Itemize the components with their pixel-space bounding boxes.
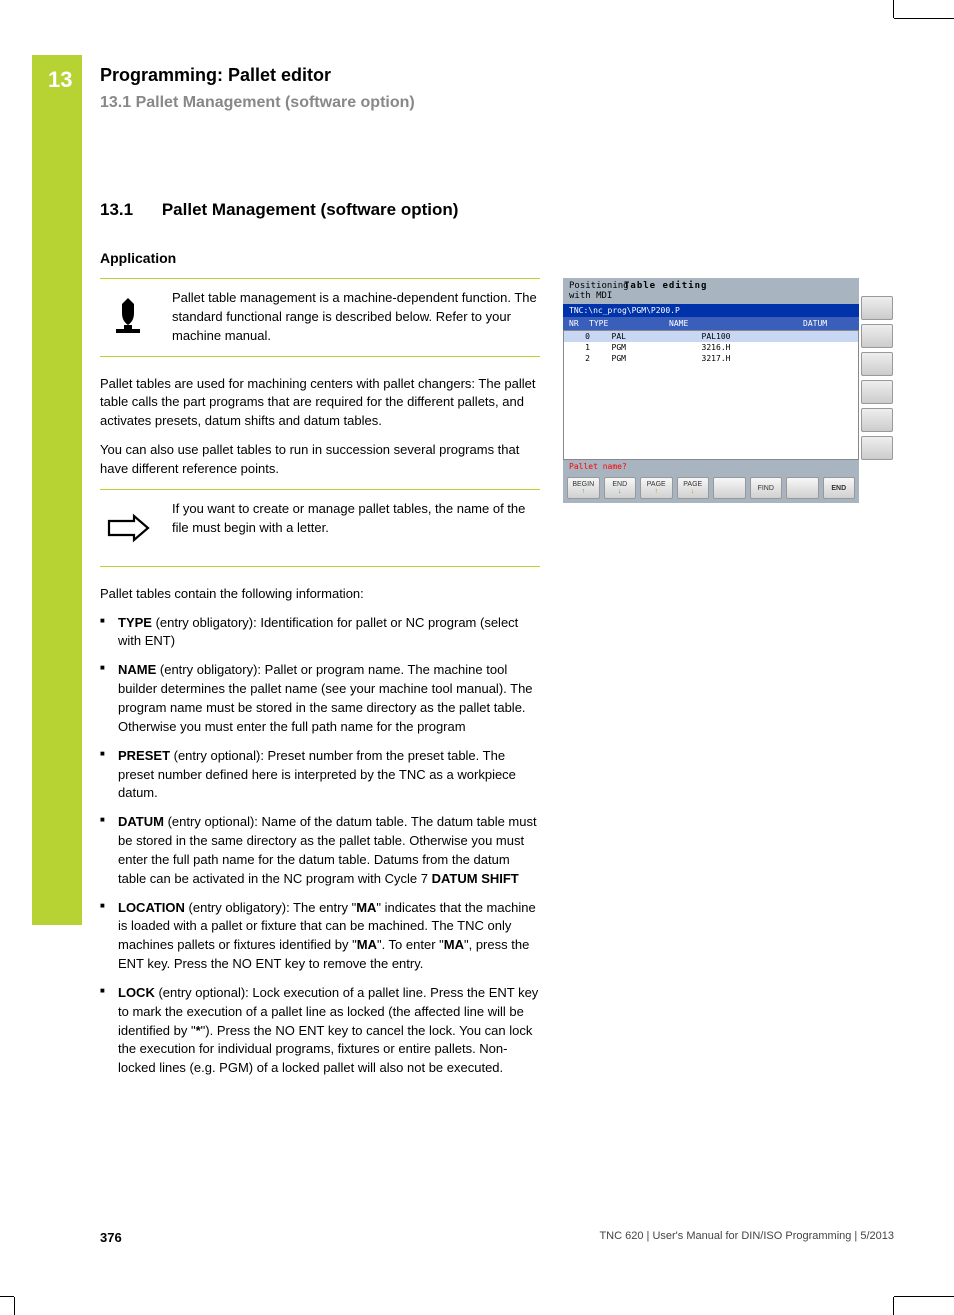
softkey-page: PAGE↓	[677, 477, 710, 499]
callout-text: If you want to create or manage pallet t…	[172, 500, 540, 538]
side-btn	[861, 352, 893, 376]
crop-mark	[0, 1296, 14, 1297]
crop-mark	[894, 18, 954, 19]
table-row: 0 PAL PAL100	[564, 331, 858, 342]
list-item: LOCK (entry optional): Lock execution of…	[100, 984, 540, 1078]
ss-softkey-bar: BEGIN↑ END↓ PAGE↑ PAGE↓ FIND END	[563, 473, 859, 503]
chapter-sidebar	[32, 55, 82, 925]
machine-icon	[100, 289, 156, 345]
callout-text: Pallet table management is a machine-dep…	[172, 289, 540, 346]
side-btn	[861, 296, 893, 320]
header-line2: 13.1 Pallet Management (software option)	[100, 94, 415, 112]
subheading: Application	[100, 250, 540, 266]
manual-page: 13 Programming: Pallet editor 13.1 Palle…	[0, 0, 954, 1315]
page-footer: 376 TNC 620 | User's Manual for DIN/ISO …	[100, 1230, 894, 1245]
side-btn	[861, 380, 893, 404]
section-number: 13.1	[100, 200, 133, 219]
softkey-begin: BEGIN↑	[567, 477, 600, 499]
crop-mark	[893, 1297, 894, 1315]
ss-prompt: Pallet name?	[563, 460, 859, 473]
section-title: 13.1 Pallet Management (software option)	[100, 200, 540, 220]
list-item: NAME (entry obligatory): Pallet or progr…	[100, 661, 540, 736]
main-content: 13.1 Pallet Management (software option)…	[100, 200, 540, 1088]
crop-mark	[14, 1297, 15, 1315]
side-btn	[861, 436, 893, 460]
side-btn	[861, 324, 893, 348]
list-item: LOCATION (entry obligatory): The entry "…	[100, 899, 540, 974]
ss-mode: Positioning with MDI	[569, 281, 624, 301]
list-item: DATUM (entry optional): Name of the datu…	[100, 813, 540, 888]
footer-meta: TNC 620 | User's Manual for DIN/ISO Prog…	[599, 1230, 894, 1245]
softkey-end: END↓	[604, 477, 637, 499]
softkey-end: END	[823, 477, 856, 499]
section-text: Pallet Management (software option)	[162, 200, 459, 219]
crop-mark	[894, 1296, 954, 1297]
arrow-right-icon	[100, 500, 156, 556]
header-line1: Programming: Pallet editor	[100, 65, 415, 86]
list-item: TYPE (entry obligatory): Identification …	[100, 614, 540, 652]
softkey-blank	[786, 477, 819, 499]
softkey-blank	[713, 477, 746, 499]
ss-col-headers: NR TYPE NAME DATUM	[563, 317, 859, 330]
table-row: 1 PGM 3216.H	[564, 342, 858, 353]
softkey-find: FIND	[750, 477, 783, 499]
softkey-page: PAGE↑	[640, 477, 673, 499]
list-item: PRESET (entry optional): Preset number f…	[100, 747, 540, 804]
ss-top-bar: Positioning with MDI Table editing	[563, 278, 859, 304]
ss-title: Table editing	[624, 281, 707, 301]
crop-mark	[893, 0, 894, 18]
callout-note: If you want to create or manage pallet t…	[100, 489, 540, 567]
field-list: TYPE (entry obligatory): Identification …	[100, 614, 540, 1079]
ss-side-buttons	[861, 296, 895, 460]
screenshot-inset: Positioning with MDI Table editing TNC:\…	[563, 278, 859, 503]
chapter-number: 13	[48, 67, 72, 93]
page-header: Programming: Pallet editor 13.1 Pallet M…	[100, 65, 415, 112]
paragraph: Pallet tables contain the following info…	[100, 585, 540, 604]
ss-table-body: 0 PAL PAL100 1 PGM 3216.H 2 PGM 3217.H	[563, 330, 859, 460]
paragraph: Pallet tables are used for machining cen…	[100, 375, 540, 432]
callout-machine: Pallet table management is a machine-dep…	[100, 278, 540, 357]
side-btn	[861, 408, 893, 432]
ss-file-path: TNC:\nc_prog\PGM\P200.P	[563, 304, 859, 317]
page-number: 376	[100, 1230, 122, 1245]
table-row: 2 PGM 3217.H	[564, 353, 858, 364]
paragraph: You can also use pallet tables to run in…	[100, 441, 540, 479]
